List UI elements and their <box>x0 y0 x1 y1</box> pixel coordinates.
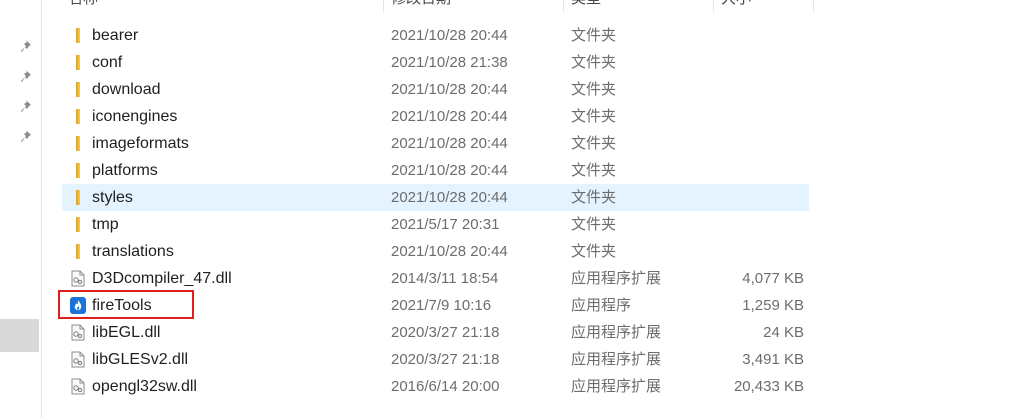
file-row[interactable]: platforms 2021/10/28 20:44 文件夹 <box>62 157 809 184</box>
file-type: 文件夹 <box>571 162 617 179</box>
file-date: 2020/3/27 21:18 <box>391 324 500 341</box>
folder-icon <box>76 28 80 43</box>
file-date: 2021/10/28 20:44 <box>391 108 508 125</box>
file-type: 应用程序扩展 <box>571 324 662 341</box>
folder-icon <box>76 136 80 151</box>
file-type: 文件夹 <box>571 189 617 206</box>
folder-icon <box>76 82 80 97</box>
file-date: 2014/3/11 18:54 <box>391 270 499 287</box>
file-name: styles <box>92 189 133 206</box>
folder-icon <box>76 163 80 178</box>
file-name: opengl32sw.dll <box>92 378 197 395</box>
file-name: libGLESv2.dll <box>92 351 189 368</box>
pin-icon[interactable] <box>20 68 36 84</box>
file-name: D3Dcompiler_47.dll <box>92 270 232 287</box>
file-row[interactable]: imageformats 2021/10/28 20:44 文件夹 <box>62 130 809 157</box>
file-row-hovered[interactable]: styles 2021/10/28 20:44 文件夹 <box>62 184 809 211</box>
column-divider[interactable] <box>713 0 714 12</box>
column-header-row: 名称 修改日期 类型 大小 <box>41 0 1017 12</box>
file-name: iconengines <box>92 108 178 125</box>
file-type: 应用程序扩展 <box>571 351 662 368</box>
file-date: 2016/6/14 20:00 <box>391 378 500 395</box>
column-header-size[interactable]: 大小 <box>721 0 751 12</box>
file-row[interactable]: opengl32sw.dll 2016/6/14 20:00 应用程序扩展 20… <box>62 373 809 400</box>
column-divider[interactable] <box>813 0 814 12</box>
column-divider[interactable] <box>563 0 564 12</box>
file-row[interactable]: iconengines 2021/10/28 20:44 文件夹 <box>62 103 809 130</box>
dll-file-icon <box>71 351 85 368</box>
file-type: 文件夹 <box>571 54 617 71</box>
file-size: 1,259 KB <box>742 297 804 314</box>
nav-selected-item[interactable] <box>0 319 39 352</box>
file-name: tmp <box>92 216 119 233</box>
file-date: 2021/5/17 20:31 <box>391 216 500 233</box>
file-row[interactable]: libEGL.dll 2020/3/27 21:18 应用程序扩展 24 KB <box>62 319 809 346</box>
folder-icon <box>76 55 80 70</box>
dll-file-icon <box>71 324 85 341</box>
file-type: 文件夹 <box>571 27 617 44</box>
highlight-box <box>58 290 194 319</box>
file-type: 应用程序扩展 <box>571 270 662 287</box>
file-date: 2021/10/28 20:44 <box>391 189 508 206</box>
file-row[interactable]: translations 2021/10/28 20:44 文件夹 <box>62 238 809 265</box>
file-date: 2021/10/28 20:44 <box>391 27 508 44</box>
dll-file-icon <box>71 270 85 287</box>
file-size: 4,077 KB <box>742 270 804 287</box>
file-name: bearer <box>92 27 139 44</box>
folder-icon <box>76 244 80 259</box>
folder-icon <box>76 190 80 205</box>
pin-icon[interactable] <box>20 38 36 54</box>
file-name: download <box>92 81 161 98</box>
file-size: 24 KB <box>763 324 804 341</box>
file-size: 20,433 KB <box>733 378 804 395</box>
file-date: 2021/10/28 21:38 <box>391 54 508 71</box>
file-name: platforms <box>92 162 158 179</box>
file-name: translations <box>92 243 174 260</box>
file-date: 2021/10/28 20:44 <box>391 162 508 179</box>
file-date: 2021/10/28 20:44 <box>391 243 508 260</box>
file-type: 应用程序 <box>571 297 632 314</box>
file-row[interactable]: download 2021/10/28 20:44 文件夹 <box>62 76 809 103</box>
file-type: 文件夹 <box>571 243 617 260</box>
column-header-type[interactable]: 类型 <box>571 0 601 12</box>
column-divider[interactable] <box>383 0 384 12</box>
folder-icon <box>76 217 80 232</box>
column-header-date[interactable]: 修改日期 <box>391 0 451 12</box>
pin-icon[interactable] <box>20 98 36 114</box>
file-row[interactable]: libGLESv2.dll 2020/3/27 21:18 应用程序扩展 3,4… <box>62 346 809 373</box>
column-header-name[interactable]: 名称 <box>68 0 98 12</box>
file-row[interactable]: D3Dcompiler_47.dll 2014/3/11 18:54 应用程序扩… <box>62 265 809 292</box>
dll-file-icon <box>71 378 85 395</box>
file-date: 2021/10/28 20:44 <box>391 81 508 98</box>
pin-icon[interactable] <box>20 128 36 144</box>
file-type: 文件夹 <box>571 81 617 98</box>
file-row[interactable]: bearer 2021/10/28 20:44 文件夹 <box>62 22 809 49</box>
file-type: 文件夹 <box>571 135 617 152</box>
file-date: 2021/10/28 20:44 <box>391 135 508 152</box>
file-name: conf <box>92 54 123 71</box>
file-date: 2020/3/27 21:18 <box>391 351 500 368</box>
file-type: 文件夹 <box>571 108 617 125</box>
file-date: 2021/7/9 10:16 <box>391 297 492 314</box>
file-type: 文件夹 <box>571 216 617 233</box>
file-row[interactable]: conf 2021/10/28 21:38 文件夹 <box>62 49 809 76</box>
file-type: 应用程序扩展 <box>571 378 662 395</box>
navigation-pane <box>0 0 42 418</box>
file-name: imageformats <box>92 135 189 152</box>
folder-icon <box>76 109 80 124</box>
file-name: libEGL.dll <box>92 324 161 341</box>
file-row[interactable]: tmp 2021/5/17 20:31 文件夹 <box>62 211 809 238</box>
file-size: 3,491 KB <box>742 351 804 368</box>
